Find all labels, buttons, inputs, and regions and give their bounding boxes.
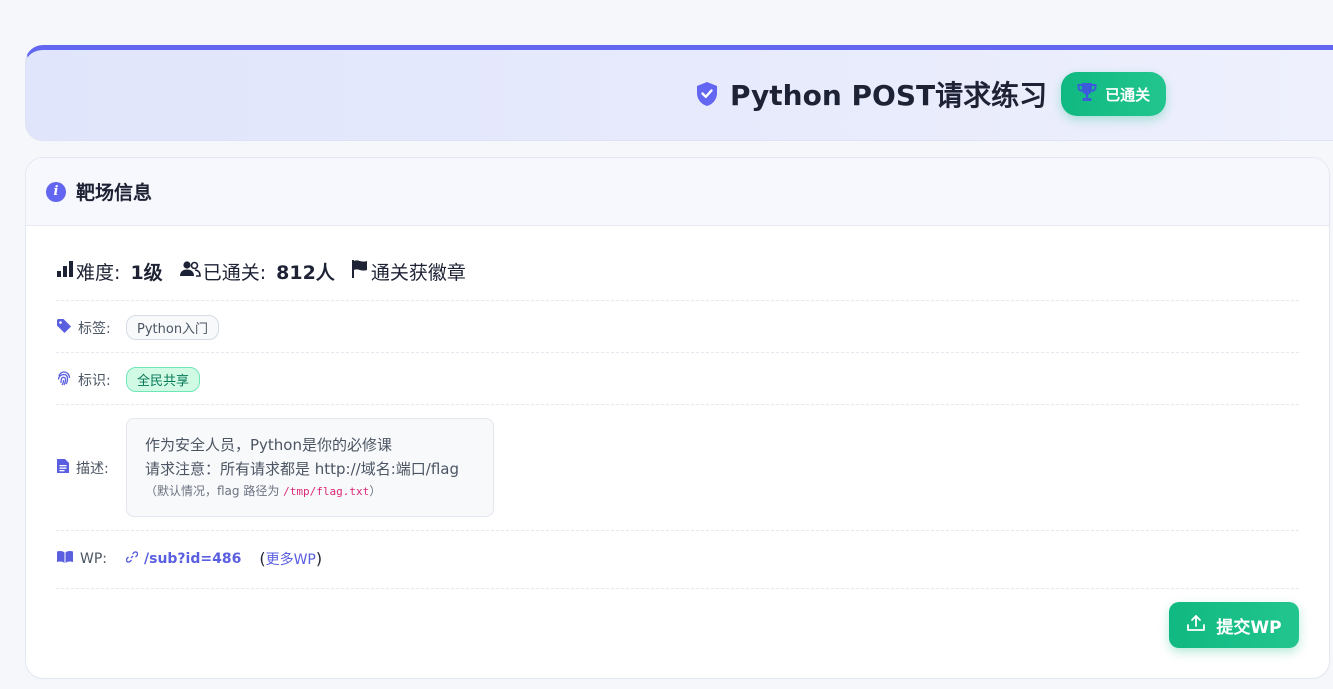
tag-chip[interactable]: Python入门 (126, 315, 220, 340)
more-wp-link[interactable]: 更多WP (266, 552, 316, 568)
divider (56, 588, 1299, 589)
tag-icon (56, 318, 72, 338)
range-info-card: i 靶场信息 难度: 1级 已通关: 812人 通关获徽章 标签: Python… (25, 157, 1330, 679)
ident-row: 标识: 全民共享 (56, 367, 201, 392)
wp-link-text: /sub?id=486 (144, 551, 242, 567)
ident-chip: 全民共享 (126, 367, 201, 392)
reward-text: 通关获徽章 (370, 262, 466, 284)
card-header: i 靶场信息 (26, 158, 1329, 226)
stats-row: 难度: 1级 已通关: 812人 通关获徽章 (56, 258, 466, 285)
desc-line: 请求注意：所有请求都是 http://域名:端口/flag (145, 460, 459, 478)
divider (56, 300, 1299, 301)
flag-path: /tmp/flag.txt (283, 485, 370, 498)
ident-label: 标识: (78, 372, 111, 389)
passed-badge: 已通关 (1061, 72, 1167, 116)
difficulty-label: 难度: (76, 262, 121, 284)
passed-count-value: 812人 (276, 262, 335, 284)
page-title: Python POST请求练习 (730, 79, 1048, 112)
card-title: 靶场信息 (76, 182, 153, 204)
wp-label: WP: (80, 551, 108, 567)
difficulty-value: 1级 (130, 262, 163, 284)
shield-check-icon (694, 80, 720, 108)
trophy-icon (1075, 80, 1099, 108)
upload-icon (1186, 614, 1206, 637)
wp-link[interactable]: /sub?id=486 (125, 551, 242, 567)
tags-label: 标签: (78, 320, 111, 337)
desc-label-group: 描述: (56, 458, 120, 478)
signal-bars-icon (56, 260, 74, 283)
paren-close: ) (315, 549, 323, 568)
desc-label: 描述: (76, 460, 109, 477)
flag-icon (351, 259, 369, 284)
divider (56, 352, 1299, 353)
challenge-header: Python POST请求练习 已通关 (25, 45, 1333, 141)
users-icon (179, 260, 201, 283)
header-title-group: Python POST请求练习 已通关 (694, 72, 1167, 116)
desc-note: （默认情况，flag 路径为 /tmp/flag.txt） (145, 481, 475, 502)
ident-label-group: 标识: (56, 370, 120, 390)
wp-row: WP: /sub?id=486 (更多WP) (56, 549, 322, 569)
description-row: 描述: 作为安全人员，Python是你的必修课 请求注意：所有请求都是 http… (56, 418, 494, 517)
wp-label-group: WP: (56, 550, 120, 568)
document-icon (56, 458, 70, 478)
fingerprint-icon (56, 370, 72, 390)
reward-stat: 通关获徽章 (351, 258, 466, 285)
info-icon: i (46, 181, 66, 202)
passed-count-stat: 已通关: 812人 (179, 258, 335, 285)
link-icon (125, 551, 139, 567)
description-box: 作为安全人员，Python是你的必修课 请求注意：所有请求都是 http://域… (126, 418, 494, 517)
divider (56, 530, 1299, 531)
desc-note-prefix: （默认情况，flag 路径为 (145, 484, 284, 498)
book-open-icon (56, 550, 74, 568)
tags-label-group: 标签: (56, 318, 120, 338)
passed-badge-label: 已通关 (1105, 85, 1151, 104)
passed-count-label: 已通关: (202, 262, 267, 284)
more-wp-group: (更多WP) (259, 549, 322, 569)
desc-note-suffix: ） (369, 484, 382, 498)
difficulty-stat: 难度: 1级 (56, 258, 163, 285)
tags-row: 标签: Python入门 (56, 315, 220, 340)
divider (56, 404, 1299, 405)
submit-wp-button[interactable]: 提交WP (1169, 602, 1299, 648)
desc-line: 作为安全人员，Python是你的必修课 (145, 436, 392, 454)
submit-wp-label: 提交WP (1216, 617, 1282, 638)
